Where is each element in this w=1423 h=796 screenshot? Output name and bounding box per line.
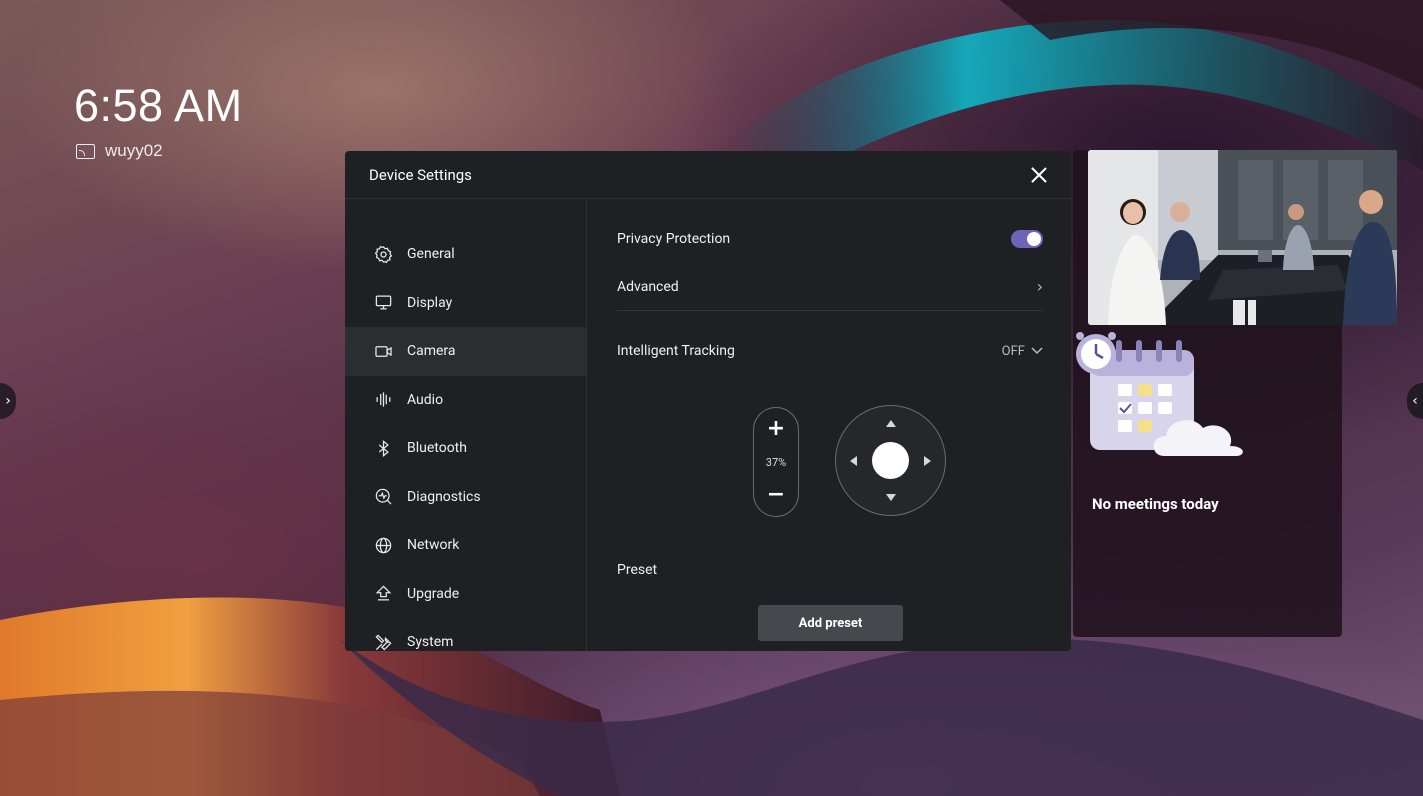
privacy-protection-row: Privacy Protection (617, 215, 1043, 263)
dialog-title: Device Settings (369, 165, 472, 184)
device-settings-dialog: Device Settings General Display Camera A… (345, 151, 1071, 651)
tilt-up-arrow-icon[interactable] (886, 420, 896, 427)
intelligent-tracking-dropdown[interactable]: OFF (1002, 344, 1043, 359)
pan-tilt-dpad (835, 405, 946, 516)
advanced-row[interactable]: Advanced › (617, 263, 1043, 311)
sidebar-item-camera[interactable]: Camera (345, 327, 586, 376)
globe-icon (373, 535, 393, 555)
sidebar-item-network[interactable]: Network (345, 521, 586, 570)
monitor-icon (373, 293, 393, 313)
sidebar-item-general[interactable]: General (345, 230, 586, 279)
sidebar-item-system[interactable]: System (345, 618, 586, 651)
zoom-control: + 37% − (753, 407, 799, 517)
camera-icon (373, 341, 393, 361)
settings-sidebar: General Display Camera Audio Bluetooth D… (345, 199, 587, 651)
diagnostics-icon (373, 487, 393, 507)
intelligent-tracking-row: Intelligent Tracking OFF (617, 311, 1043, 391)
camera-preview (1088, 150, 1397, 325)
pan-right-arrow-icon[interactable] (924, 456, 931, 466)
dpad-center-button[interactable] (872, 442, 909, 479)
camera-preview-image (1088, 150, 1397, 325)
sidebar-item-label: Audio (407, 391, 444, 408)
clock-time: 6:58 AM (74, 80, 243, 131)
camera-settings-content: Privacy Protection Advanced › Intelligen… (587, 199, 1071, 651)
gear-icon (373, 244, 393, 264)
audio-icon (373, 390, 393, 410)
sidebar-item-diagnostics[interactable]: Diagnostics (345, 473, 586, 522)
zoom-out-button[interactable]: − (767, 484, 785, 506)
dialog-header: Device Settings (345, 151, 1071, 199)
privacy-protection-toggle[interactable] (1011, 230, 1043, 248)
sidebar-item-label: Diagnostics (407, 488, 481, 505)
sidebar-item-label: Upgrade (407, 585, 460, 602)
cast-icon (76, 143, 95, 159)
sidebar-item-display[interactable]: Display (345, 279, 586, 328)
sidebar-item-label: Display (407, 294, 453, 311)
sidebar-item-label: Camera (407, 343, 456, 360)
zoom-level: 37% (765, 455, 787, 469)
advanced-label: Advanced (617, 278, 679, 295)
add-preset-button[interactable]: Add preset (758, 605, 903, 641)
chevron-right-icon: › (1036, 277, 1043, 296)
pan-left-arrow-icon[interactable] (850, 456, 857, 466)
tools-icon (373, 632, 393, 651)
intelligent-tracking-value: OFF (1001, 343, 1025, 359)
chevron-left-icon: ‹ (1412, 393, 1418, 409)
sidebar-item-label: System (407, 634, 454, 651)
dialog-body: General Display Camera Audio Bluetooth D… (345, 199, 1071, 651)
sidebar-item-audio[interactable]: Audio (345, 376, 586, 425)
device-name-label: wuyy02 (105, 141, 163, 160)
sidebar-item-bluetooth[interactable]: Bluetooth (345, 424, 586, 473)
chevron-down-icon (1031, 347, 1043, 355)
calendar-illustration (1068, 328, 1248, 463)
bluetooth-icon (373, 438, 393, 458)
ptz-controls: + 37% − (617, 391, 1043, 541)
chevron-right-icon: › (5, 393, 11, 409)
sidebar-item-upgrade[interactable]: Upgrade (345, 570, 586, 619)
sidebar-item-label: Network (407, 537, 460, 554)
tilt-down-arrow-icon[interactable] (886, 494, 896, 501)
close-button[interactable] (1029, 165, 1049, 185)
sidebar-item-label: General (407, 246, 455, 263)
preset-label: Preset (617, 562, 658, 578)
privacy-protection-label: Privacy Protection (617, 231, 731, 247)
intelligent-tracking-label: Intelligent Tracking (617, 343, 735, 359)
device-name: wuyy02 (76, 141, 163, 161)
upgrade-icon (373, 584, 393, 604)
zoom-in-button[interactable]: + (767, 418, 785, 440)
calendar-icon (1076, 332, 1243, 456)
sidebar-item-label: Bluetooth (407, 440, 467, 457)
no-meetings-text: No meetings today (1092, 495, 1219, 513)
